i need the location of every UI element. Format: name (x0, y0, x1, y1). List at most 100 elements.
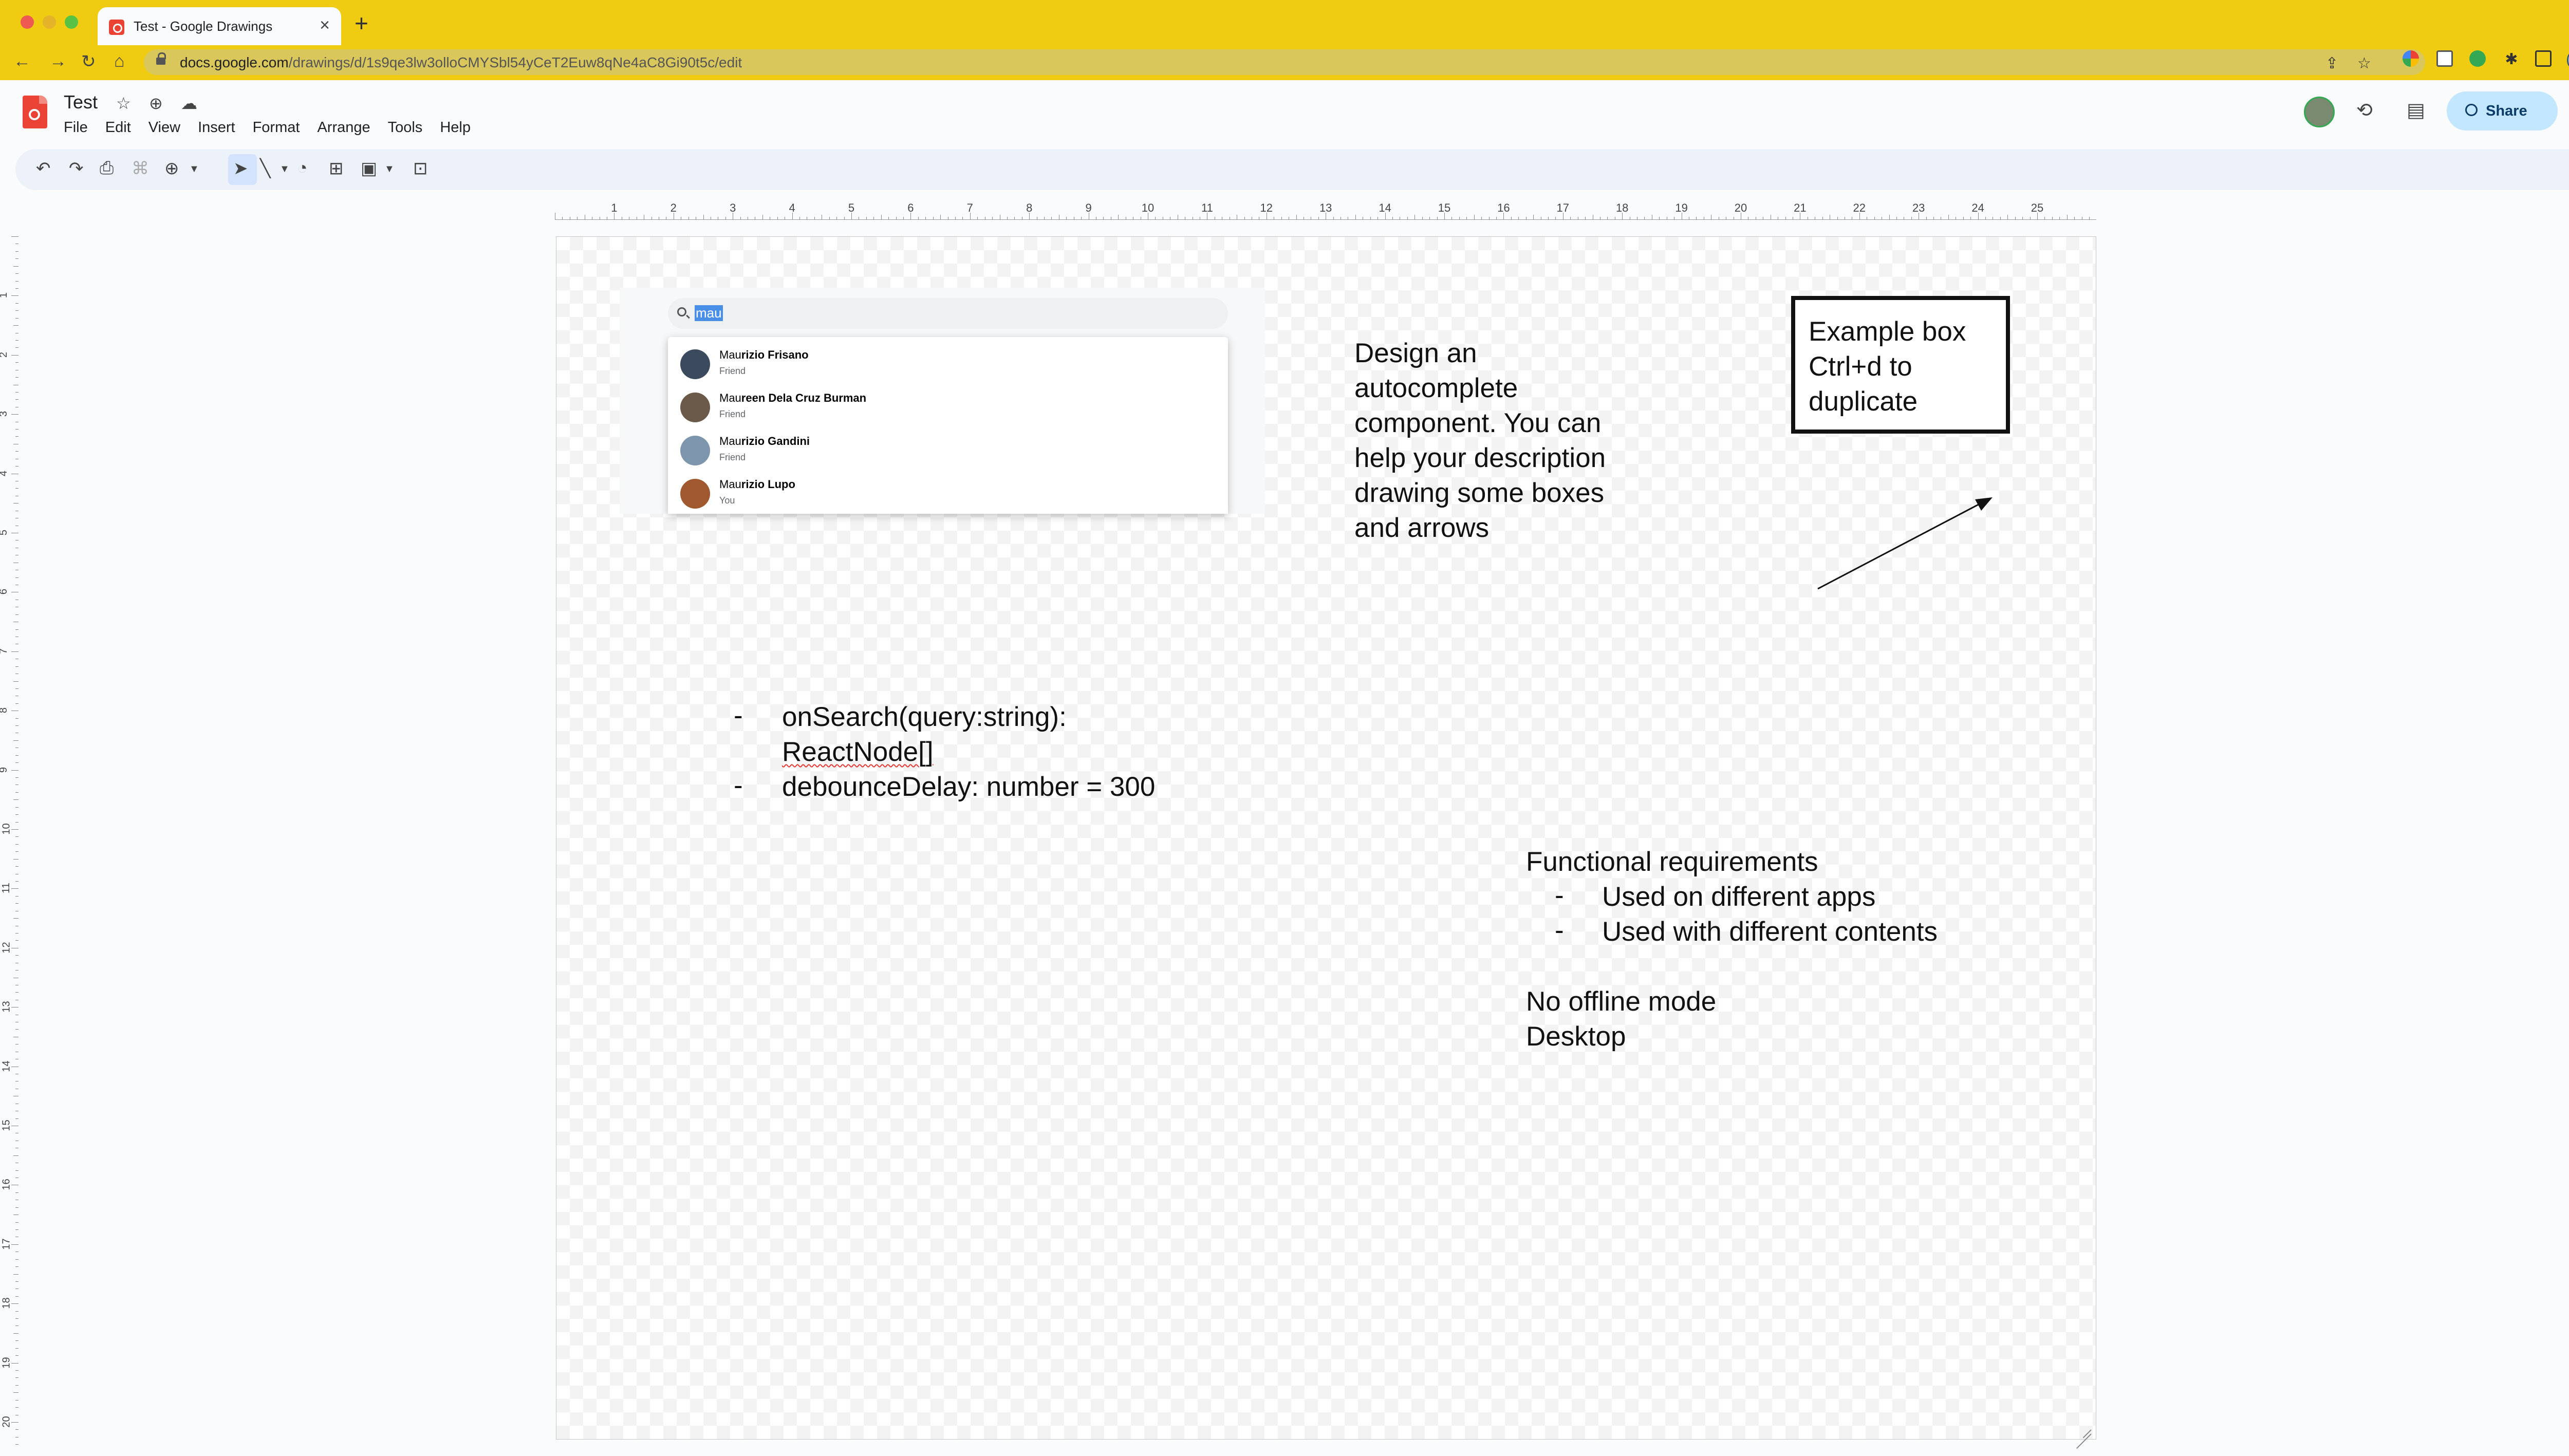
version-history-icon[interactable]: ⟲ (2356, 99, 2373, 122)
cloud-saved-icon[interactable]: ☁ (181, 94, 197, 113)
mock-search-query: mau (695, 305, 723, 321)
lock-icon[interactable] (156, 52, 166, 66)
zoom-icon[interactable]: ⊕ (164, 158, 179, 179)
ruler-label: 9 (1085, 201, 1092, 214)
description-text-box[interactable]: Design an autocomplete component. You ca… (1354, 336, 1606, 546)
menu-help[interactable]: Help (440, 119, 471, 136)
new-tab-button[interactable]: + (355, 9, 368, 37)
share-button[interactable]: Share (2447, 91, 2558, 130)
mock-result-item: Maureen Dela Cruz Burman Friend (680, 389, 1215, 431)
menu-tools[interactable]: Tools (388, 119, 423, 136)
ruler-tick (2007, 215, 2008, 220)
ruler-tick (15, 318, 18, 319)
ruler-tick (1822, 217, 1823, 220)
window-zoom-button[interactable] (65, 15, 78, 29)
extensions-puzzle-icon[interactable]: ✱ (2503, 50, 2520, 68)
ruler-tick (15, 762, 18, 763)
autocomplete-mock-image[interactable]: mau Maurizio Frisano Friend Maureen Dela… (620, 288, 1265, 514)
ruler-tick (881, 215, 882, 220)
horizontal-ruler[interactable]: 1 2 3 4 5 6 7 8 9 10 11 12 13 14 15 16 17 18 19 20 21 22 23 24 2… (555, 201, 2096, 220)
shape-tool-icon[interactable]: ◔ (297, 158, 308, 178)
bookmark-star-icon[interactable]: ☆ (2357, 54, 2371, 72)
menu-insert[interactable]: Insert (198, 119, 235, 136)
ruler-tick (1474, 215, 1475, 220)
share-page-icon[interactable]: ⇪ (2325, 54, 2338, 72)
ruler-tick (1014, 217, 1015, 220)
image-dropdown-icon[interactable]: ▼ (384, 163, 395, 175)
comments-icon[interactable]: ▤ (2407, 99, 2425, 122)
line-tool-icon[interactable]: ╲ (260, 158, 270, 179)
window-minimize-button[interactable] (43, 15, 56, 29)
menu-edit[interactable]: Edit (105, 119, 131, 136)
page-resize-handle[interactable] (2075, 1418, 2092, 1435)
ruler-label: 12 (1, 942, 12, 954)
print-icon[interactable]: ⎙ (100, 158, 114, 178)
ruler-tick (1874, 217, 1875, 220)
ruler-tick (740, 217, 741, 220)
ruler-tick (13, 325, 18, 326)
window-close-button[interactable] (21, 15, 34, 29)
tab-title: Test - Google Drawings (134, 18, 273, 34)
document-title[interactable]: Test (64, 91, 98, 113)
ruler-tick (15, 614, 18, 615)
ruler-tick (1533, 215, 1534, 220)
ruler-label: 14 (1, 1060, 12, 1072)
menu-file[interactable]: File (64, 119, 88, 136)
ruler-tick (1066, 217, 1067, 220)
ruler-tick (15, 1436, 18, 1438)
drawings-logo-icon[interactable] (23, 96, 47, 128)
ruler-label: 19 (1, 1356, 12, 1369)
ruler-tick (15, 940, 18, 941)
text-box-icon[interactable]: ⊞ (329, 158, 344, 179)
tab-close-icon[interactable]: × (320, 15, 330, 35)
collaborator-avatar[interactable] (2304, 97, 2335, 127)
ruler-tick (2030, 217, 2031, 220)
line-dropdown-icon[interactable]: ▼ (280, 163, 290, 175)
menu-view[interactable]: View (148, 119, 180, 136)
ruler-label: 2 (670, 201, 677, 214)
redo-icon[interactable]: ↷ (69, 158, 84, 179)
ruler-label: 1 (611, 201, 618, 214)
browser-tab[interactable]: Test - Google Drawings × (98, 7, 341, 45)
url-text[interactable]: docs.google.com/drawings/d/1s9qe3lw3ollo… (180, 54, 742, 71)
back-arrow-icon[interactable]: ← (13, 51, 31, 71)
ruler-tick (13, 1333, 18, 1334)
star-icon[interactable]: ☆ (116, 94, 131, 113)
move-folder-icon[interactable]: ⊕ (149, 94, 163, 113)
extension-doc-icon[interactable] (2436, 50, 2453, 67)
home-icon[interactable]: ⌂ (114, 51, 125, 71)
ruler-tick (15, 836, 18, 837)
omnibox[interactable]: docs.google.com/drawings/d/1s9qe3lw3ollo… (144, 49, 2425, 75)
ruler-tick (15, 1429, 18, 1430)
vertical-ruler[interactable]: 1234567891011121314151617181920 (0, 226, 18, 1456)
example-box-shape[interactable]: Example box Ctrl+d to duplicate (1791, 296, 2010, 434)
zoom-dropdown-icon[interactable]: ▼ (189, 163, 199, 175)
ruler-tick (15, 703, 18, 704)
ruler-tick (13, 1274, 18, 1275)
add-comment-icon[interactable]: ⊡ (413, 158, 428, 179)
extension-color-icon[interactable] (2403, 50, 2419, 67)
image-icon[interactable]: ▣ (361, 158, 377, 179)
ruler-tick (15, 718, 18, 719)
ruler-tick (1377, 217, 1379, 220)
reload-icon[interactable]: ↻ (81, 51, 96, 72)
mock-results-list: Maurizio Frisano Friend Maureen Dela Cru… (668, 337, 1228, 514)
side-panel-icon[interactable] (2535, 50, 2552, 67)
ruler-tick (15, 1444, 18, 1445)
ruler-tick (2015, 217, 2016, 220)
menu-format[interactable]: Format (253, 119, 300, 136)
ruler-tick (1511, 217, 1512, 220)
ruler-tick (15, 1318, 18, 1319)
ruler-tick (1414, 215, 1416, 220)
ruler-tick (1911, 217, 1912, 220)
ruler-label: 11 (1201, 201, 1213, 214)
undo-icon[interactable]: ↶ (36, 158, 51, 179)
forward-arrow-icon[interactable]: → (49, 51, 67, 71)
ruler-tick (1051, 217, 1052, 220)
extension-green-icon[interactable] (2469, 50, 2486, 67)
ruler-tick (11, 651, 18, 652)
menu-arrange[interactable]: Arrange (317, 119, 370, 136)
ruler-tick (903, 217, 904, 220)
ruler-label: 19 (1675, 201, 1688, 214)
paint-format-icon[interactable]: ⌘ (132, 158, 149, 179)
